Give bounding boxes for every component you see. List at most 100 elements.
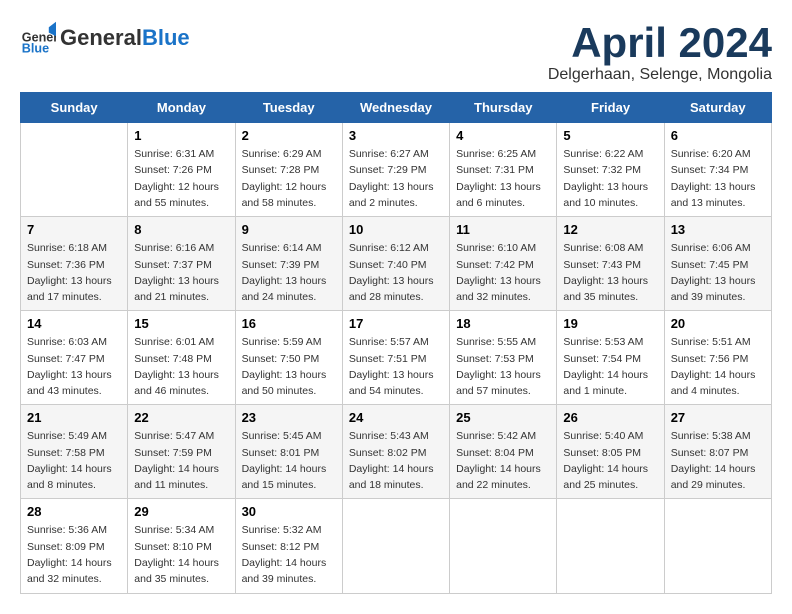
logo: General Blue GeneralBlue: [20, 20, 190, 56]
day-detail: Sunrise: 6:10 AMSunset: 7:42 PMDaylight:…: [456, 240, 550, 305]
day-detail: Sunrise: 6:08 AMSunset: 7:43 PMDaylight:…: [563, 240, 657, 305]
day-detail: Sunrise: 5:32 AMSunset: 8:12 PMDaylight:…: [242, 522, 336, 587]
calendar-week-row: 7Sunrise: 6:18 AMSunset: 7:36 PMDaylight…: [21, 217, 772, 311]
date-number: 9: [242, 222, 336, 237]
day-detail: Sunrise: 5:51 AMSunset: 7:56 PMDaylight:…: [671, 334, 765, 399]
header: General Blue GeneralBlue April 2024 Delg…: [20, 20, 772, 84]
calendar-cell: 28Sunrise: 5:36 AMSunset: 8:09 PMDayligh…: [21, 499, 128, 593]
calendar-cell: 10Sunrise: 6:12 AMSunset: 7:40 PMDayligh…: [342, 217, 449, 311]
date-number: 15: [134, 316, 228, 331]
calendar-cell: 15 Sunrise: 6:01 AMSunset: 7:48 PMDayligh…: [128, 311, 235, 405]
day-detail: Sunrise: 6:03 AMSunset: 7:47 PMDaylight:…: [27, 334, 121, 399]
weekday-header-cell: Tuesday: [235, 93, 342, 123]
calendar-cell: [21, 123, 128, 217]
day-detail: Sunrise: 5:55 AMSunset: 7:53 PMDaylight:…: [456, 334, 550, 399]
day-detail: Sunrise: 5:49 AMSunset: 7:58 PMDaylight:…: [27, 428, 121, 493]
calendar-title: April 2024: [548, 20, 772, 66]
date-number: 3: [349, 128, 443, 143]
day-detail: Sunrise: 5:43 AMSunset: 8:02 PMDaylight:…: [349, 428, 443, 493]
calendar-cell: 18 Sunrise: 5:55 AMSunset: 7:53 PMDayligh…: [450, 311, 557, 405]
calendar-week-row: 28Sunrise: 5:36 AMSunset: 8:09 PMDayligh…: [21, 499, 772, 593]
date-number: 12: [563, 222, 657, 237]
calendar-week-row: 1 Sunrise: 6:31 AMSunset: 7:26 PMDaylight…: [21, 123, 772, 217]
calendar-cell: [450, 499, 557, 593]
date-number: 5: [563, 128, 657, 143]
weekday-header-cell: Wednesday: [342, 93, 449, 123]
date-number: 13: [671, 222, 765, 237]
calendar-cell: 2 Sunrise: 6:29 AMSunset: 7:28 PMDaylight…: [235, 123, 342, 217]
calendar-subtitle: Delgerhaan, Selenge, Mongolia: [548, 66, 772, 84]
calendar-cell: 8 Sunrise: 6:16 AMSunset: 7:37 PMDaylight…: [128, 217, 235, 311]
day-detail: Sunrise: 5:53 AMSunset: 7:54 PMDaylight:…: [563, 334, 657, 399]
calendar-cell: 4 Sunrise: 6:25 AMSunset: 7:31 PMDaylight…: [450, 123, 557, 217]
date-number: 6: [671, 128, 765, 143]
calendar-cell: 3Sunrise: 6:27 AMSunset: 7:29 PMDaylight…: [342, 123, 449, 217]
calendar-cell: 6 Sunrise: 6:20 AMSunset: 7:34 PMDaylight…: [664, 123, 771, 217]
calendar-cell: [342, 499, 449, 593]
date-number: 29: [134, 504, 228, 519]
date-number: 30: [242, 504, 336, 519]
weekday-header-cell: Monday: [128, 93, 235, 123]
date-number: 8: [134, 222, 228, 237]
date-number: 24: [349, 410, 443, 425]
day-detail: Sunrise: 6:12 AMSunset: 7:40 PMDaylight:…: [349, 240, 443, 305]
calendar-cell: 14 Sunrise: 6:03 AMSunset: 7:47 PMDayligh…: [21, 311, 128, 405]
calendar-body: 1 Sunrise: 6:31 AMSunset: 7:26 PMDaylight…: [21, 123, 772, 593]
day-detail: Sunrise: 5:45 AMSunset: 8:01 PMDaylight:…: [242, 428, 336, 493]
calendar-cell: 17Sunrise: 5:57 AMSunset: 7:51 PMDayligh…: [342, 311, 449, 405]
weekday-header-cell: Friday: [557, 93, 664, 123]
calendar-cell: 27Sunrise: 5:38 AMSunset: 8:07 PMDayligh…: [664, 405, 771, 499]
date-number: 26: [563, 410, 657, 425]
day-detail: Sunrise: 5:34 AMSunset: 8:10 PMDaylight:…: [134, 522, 228, 587]
calendar-table: SundayMondayTuesdayWednesdayThursdayFrid…: [20, 92, 772, 593]
date-number: 17: [349, 316, 443, 331]
day-detail: Sunrise: 5:38 AMSunset: 8:07 PMDaylight:…: [671, 428, 765, 493]
date-number: 22: [134, 410, 228, 425]
calendar-cell: 9 Sunrise: 6:14 AMSunset: 7:39 PMDaylight…: [235, 217, 342, 311]
calendar-cell: 22 Sunrise: 5:47 AMSunset: 7:59 PMDayligh…: [128, 405, 235, 499]
day-detail: Sunrise: 6:18 AMSunset: 7:36 PMDaylight:…: [27, 240, 121, 305]
date-number: 1: [134, 128, 228, 143]
day-detail: Sunrise: 6:25 AMSunset: 7:31 PMDaylight:…: [456, 146, 550, 211]
calendar-cell: 23Sunrise: 5:45 AMSunset: 8:01 PMDayligh…: [235, 405, 342, 499]
day-detail: Sunrise: 6:31 AMSunset: 7:26 PMDaylight:…: [134, 146, 228, 211]
weekday-header-cell: Saturday: [664, 93, 771, 123]
calendar-week-row: 14 Sunrise: 6:03 AMSunset: 7:47 PMDayligh…: [21, 311, 772, 405]
calendar-cell: 7Sunrise: 6:18 AMSunset: 7:36 PMDaylight…: [21, 217, 128, 311]
calendar-cell: 25 Sunrise: 5:42 AMSunset: 8:04 PMDayligh…: [450, 405, 557, 499]
calendar-cell: [557, 499, 664, 593]
day-detail: Sunrise: 6:14 AMSunset: 7:39 PMDaylight:…: [242, 240, 336, 305]
day-detail: Sunrise: 6:22 AMSunset: 7:32 PMDaylight:…: [563, 146, 657, 211]
calendar-cell: 5 Sunrise: 6:22 AMSunset: 7:32 PMDaylight…: [557, 123, 664, 217]
calendar-cell: 12 Sunrise: 6:08 AMSunset: 7:43 PMDayligh…: [557, 217, 664, 311]
calendar-week-row: 21Sunrise: 5:49 AMSunset: 7:58 PMDayligh…: [21, 405, 772, 499]
logo-icon: General Blue: [20, 20, 56, 56]
day-detail: Sunrise: 5:59 AMSunset: 7:50 PMDaylight:…: [242, 334, 336, 399]
weekday-header-cell: Thursday: [450, 93, 557, 123]
calendar-cell: 26 Sunrise: 5:40 AMSunset: 8:05 PMDayligh…: [557, 405, 664, 499]
calendar-cell: 21Sunrise: 5:49 AMSunset: 7:58 PMDayligh…: [21, 405, 128, 499]
calendar-cell: 11 Sunrise: 6:10 AMSunset: 7:42 PMDayligh…: [450, 217, 557, 311]
day-detail: Sunrise: 6:29 AMSunset: 7:28 PMDaylight:…: [242, 146, 336, 211]
date-number: 2: [242, 128, 336, 143]
logo-blue-text: Blue: [142, 25, 190, 50]
date-number: 11: [456, 222, 550, 237]
calendar-cell: 16Sunrise: 5:59 AMSunset: 7:50 PMDayligh…: [235, 311, 342, 405]
day-detail: Sunrise: 6:01 AMSunset: 7:48 PMDaylight:…: [134, 334, 228, 399]
calendar-cell: 19Sunrise: 5:53 AMSunset: 7:54 PMDayligh…: [557, 311, 664, 405]
date-number: 4: [456, 128, 550, 143]
day-detail: Sunrise: 5:47 AMSunset: 7:59 PMDaylight:…: [134, 428, 228, 493]
weekday-header-cell: Sunday: [21, 93, 128, 123]
day-detail: Sunrise: 6:16 AMSunset: 7:37 PMDaylight:…: [134, 240, 228, 305]
date-number: 28: [27, 504, 121, 519]
date-number: 18: [456, 316, 550, 331]
calendar-cell: 29 Sunrise: 5:34 AMSunset: 8:10 PMDayligh…: [128, 499, 235, 593]
day-detail: Sunrise: 5:42 AMSunset: 8:04 PMDaylight:…: [456, 428, 550, 493]
day-detail: Sunrise: 5:40 AMSunset: 8:05 PMDaylight:…: [563, 428, 657, 493]
weekday-header-row: SundayMondayTuesdayWednesdayThursdayFrid…: [21, 93, 772, 123]
calendar-cell: 30 Sunrise: 5:32 AMSunset: 8:12 PMDayligh…: [235, 499, 342, 593]
date-number: 25: [456, 410, 550, 425]
date-number: 14: [27, 316, 121, 331]
day-detail: Sunrise: 6:20 AMSunset: 7:34 PMDaylight:…: [671, 146, 765, 211]
calendar-cell: 20Sunrise: 5:51 AMSunset: 7:56 PMDayligh…: [664, 311, 771, 405]
